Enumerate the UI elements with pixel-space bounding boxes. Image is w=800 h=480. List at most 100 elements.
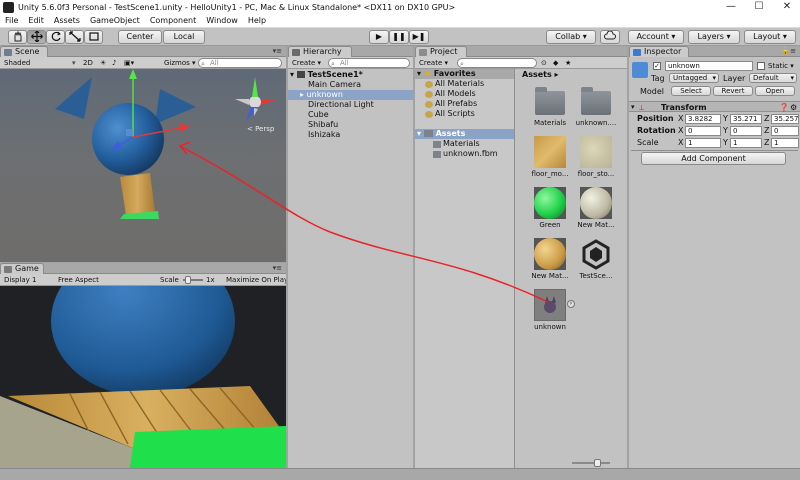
position-y-field[interactable]: 35.271 [730, 114, 762, 124]
display-dropdown[interactable]: Display 1 [4, 275, 56, 285]
maximize-button[interactable]: ☐ [746, 0, 772, 14]
expand-prefab-icon[interactable]: › [567, 300, 575, 308]
account-dropdown[interactable]: Account ▾ [628, 30, 684, 44]
orientation-gizmo[interactable] [235, 77, 276, 121]
rotation-x-field[interactable]: 0 [685, 126, 721, 136]
layout-dropdown[interactable]: Layout ▾ [744, 30, 796, 44]
model-revert-button[interactable]: Revert [713, 86, 753, 96]
rotation-y-field[interactable]: 0 [730, 126, 762, 136]
position-x-field[interactable]: 3.8282 [685, 114, 721, 124]
favorite-all-models[interactable]: All Models [415, 89, 514, 99]
hierarchy-item-shibafu[interactable]: Shibafu [288, 120, 413, 130]
persp-label[interactable]: < Persp [247, 125, 275, 133]
audio-toggle-icon[interactable]: ♪ [112, 58, 122, 68]
close-button[interactable]: ✕ [774, 0, 800, 14]
hierarchy-search-input[interactable]: ⌕ All [328, 58, 410, 68]
effects-toggle-icon[interactable]: ▣▾ [124, 58, 136, 68]
2d-toggle[interactable]: 2D [83, 58, 97, 68]
pivot-center-toggle[interactable]: Center [118, 30, 162, 44]
scene-expand-icon[interactable]: ▾ [290, 70, 294, 79]
add-component-button[interactable]: Add Component [641, 152, 786, 165]
scene-search-input[interactable]: ⌕ All [198, 58, 282, 68]
favorite-all-prefabs[interactable]: All Prefabs [415, 99, 514, 109]
transform-help-icon[interactable]: ❓ [779, 102, 789, 113]
tab-scene[interactable]: Scene [0, 46, 48, 57]
collab-dropdown[interactable]: Collab ▾ [546, 30, 596, 44]
layer-dropdown[interactable]: Default [749, 73, 797, 83]
assets-expand-icon[interactable]: ▾ [417, 129, 421, 138]
menu-help[interactable]: Help [243, 16, 271, 25]
move-tool-button[interactable] [27, 30, 46, 44]
menu-assets[interactable]: Assets [49, 16, 85, 25]
move-gizmo-x-arrow[interactable] [180, 123, 190, 132]
rect-tool-button[interactable] [84, 30, 103, 44]
scale-y-field[interactable]: 1 [730, 138, 762, 148]
inspector-lock-icon[interactable]: 🔒≡ [781, 46, 796, 57]
hierarchy-create-dropdown[interactable]: Create ▾ [292, 58, 326, 68]
scale-slider[interactable] [183, 275, 203, 285]
hierarchy-item-ishizaka[interactable]: Ishizaka [288, 130, 413, 140]
thumbnail-size-slider[interactable] [572, 459, 610, 467]
rotate-tool-button[interactable] [46, 30, 65, 44]
pause-button[interactable]: ❚❚ [389, 30, 409, 44]
static-checkbox[interactable] [757, 62, 765, 70]
project-create-dropdown[interactable]: Create ▾ [419, 58, 453, 68]
minimize-button[interactable]: — [718, 0, 744, 14]
filter-type-icon[interactable]: ⊙ [541, 58, 551, 68]
hierarchy-scene-root[interactable]: ▾ TestScene1* [288, 70, 413, 80]
gizmos-dropdown[interactable]: Gizmos ▾ [164, 58, 198, 68]
asset-tree-materials[interactable]: Materials [415, 139, 514, 149]
transform-header[interactable]: ▾ ⟂ Transform ❓ ⚙ [629, 101, 800, 112]
shading-dropdown-chevron-icon[interactable]: ▾ [72, 58, 80, 68]
favorites-expand-icon[interactable]: ▾ [417, 69, 421, 78]
project-breadcrumb[interactable]: Assets ▸ [522, 70, 559, 79]
hand-tool-button[interactable] [8, 30, 27, 44]
tab-project[interactable]: Project [415, 46, 467, 57]
scale-tool-button[interactable] [65, 30, 84, 44]
assets-folder-root[interactable]: ▾ Assets [415, 129, 514, 139]
scale-z-field[interactable]: 1 [771, 138, 799, 148]
static-dropdown[interactable]: Static ▾ [768, 61, 794, 72]
move-gizmo-y-arrow[interactable] [129, 69, 137, 79]
layers-dropdown[interactable]: Layers ▾ [688, 30, 740, 44]
shading-mode-dropdown[interactable]: Shaded [4, 58, 64, 68]
menu-component[interactable]: Component [145, 16, 201, 25]
play-button[interactable]: ▶ [369, 30, 389, 44]
asset-tree-unknown-fbm[interactable]: unknown.fbm [415, 149, 514, 159]
model-select-button[interactable]: Select [671, 86, 711, 96]
transform-settings-gear-icon[interactable]: ⚙ [790, 102, 797, 113]
menu-file[interactable]: File [0, 16, 23, 25]
favorite-all-scripts[interactable]: All Scripts [415, 109, 514, 119]
scene-viewport[interactable]: < Persp [0, 69, 286, 262]
tag-dropdown[interactable]: Untagged [669, 73, 719, 83]
pivot-local-toggle[interactable]: Local [163, 30, 205, 44]
menu-edit[interactable]: Edit [23, 16, 49, 25]
rotation-z-field[interactable]: 0 [771, 126, 799, 136]
active-checkbox[interactable]: ✓ [653, 62, 661, 70]
object-name-field[interactable]: unknown [665, 61, 753, 71]
favorite-star-icon[interactable]: ★ [565, 58, 575, 68]
transform-foldout-icon[interactable]: ▾ [631, 102, 635, 113]
tab-inspector[interactable]: Inspector [629, 46, 689, 57]
favorite-all-materials[interactable]: All Materials [415, 79, 514, 89]
hierarchy-item-main-camera[interactable]: Main Camera [288, 80, 413, 90]
favorites-header[interactable]: ▾ ★ Favorites [415, 69, 514, 79]
menu-gameobject[interactable]: GameObject [85, 16, 145, 25]
step-button[interactable]: ▶❚ [409, 30, 429, 44]
hierarchy-item-cube[interactable]: Cube [288, 110, 413, 120]
project-search-input[interactable]: ⌕ [457, 58, 537, 68]
asset-unknown-model[interactable]: › unknown [520, 289, 580, 354]
scene-tab-menu-icon[interactable]: ▾≡ [273, 46, 282, 57]
hierarchy-item-unknown[interactable]: ▸ unknown [288, 90, 413, 100]
filter-label-icon[interactable]: ◆ [553, 58, 563, 68]
cloud-button[interactable] [600, 30, 620, 44]
tab-game[interactable]: Game [0, 263, 44, 274]
lighting-toggle-icon[interactable]: ☀ [100, 58, 110, 68]
game-tab-menu-icon[interactable]: ▾≡ [273, 263, 282, 274]
scale-x-field[interactable]: 1 [685, 138, 721, 148]
model-open-button[interactable]: Open [755, 86, 795, 96]
position-z-field[interactable]: 35.257 [771, 114, 799, 124]
maximize-on-play-toggle[interactable]: Maximize On Play [226, 275, 286, 285]
menu-window[interactable]: Window [201, 16, 243, 25]
hierarchy-item-directional-light[interactable]: Directional Light [288, 100, 413, 110]
